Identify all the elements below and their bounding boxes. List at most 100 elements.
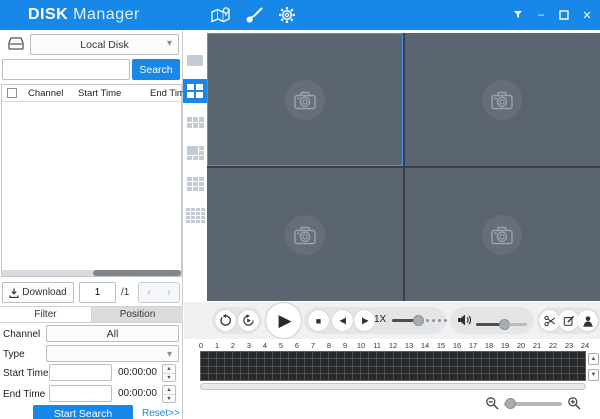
speed-slider-thumb[interactable] [413, 315, 424, 326]
spin-up-icon[interactable]: ▲ [163, 365, 175, 374]
timeline-cell [201, 359, 208, 365]
timeline-hour-label: 23 [565, 341, 573, 350]
timeline-cell [329, 352, 336, 358]
volume-pill [450, 307, 534, 334]
undo-icon[interactable] [215, 310, 236, 331]
search-input[interactable] [2, 59, 130, 80]
spin-up-icon[interactable]: ▲ [163, 386, 175, 395]
speed-slider[interactable] [392, 315, 453, 326]
brush-icon[interactable] [245, 6, 264, 25]
volume-slider[interactable] [476, 319, 527, 330]
timeline-hour-label: 22 [549, 341, 557, 350]
layout-4-view-button[interactable] [183, 79, 207, 103]
timeline-cell [385, 359, 392, 365]
close-button[interactable]: ✕ [580, 8, 594, 22]
snapshot-edit-icon[interactable] [558, 310, 579, 331]
timeline-cell [530, 352, 537, 358]
pin-icon[interactable] [511, 8, 525, 22]
timeline-down-button[interactable]: ▼ [588, 369, 599, 381]
layout-16-view-button[interactable] [183, 203, 207, 227]
timeline-zoom-slider[interactable] [504, 402, 562, 406]
minimize-button[interactable]: – [534, 8, 548, 22]
select-all-checkbox[interactable] [7, 88, 17, 98]
timeline-up-button[interactable]: ▲ [588, 353, 599, 365]
type-select[interactable]: ▾ [46, 345, 179, 362]
timeline-hour-label: 14 [421, 341, 429, 350]
spin-down-icon[interactable]: ▼ [163, 374, 175, 382]
window-controls: – ✕ [511, 0, 594, 30]
type-label: Type [3, 349, 25, 360]
timeline-cell [241, 352, 248, 358]
video-cell[interactable] [207, 168, 403, 301]
person-icon[interactable] [577, 310, 598, 331]
timeline-cell [273, 359, 280, 365]
channel-select[interactable]: All [46, 325, 179, 342]
timeline-cell [329, 374, 336, 380]
timeline-cell [329, 367, 336, 373]
layout-6-view-button[interactable] [183, 110, 207, 134]
search-button[interactable]: Search [132, 59, 180, 80]
page-input[interactable] [79, 282, 116, 303]
timeline-grid[interactable] [200, 351, 586, 381]
video-cell[interactable] [405, 33, 600, 166]
layout-9-view-button[interactable] [183, 172, 207, 196]
timeline-cell [450, 352, 457, 358]
timeline-cell [329, 359, 336, 365]
video-cell[interactable] [405, 168, 600, 301]
prev-frame-button[interactable]: ◀| [332, 310, 353, 331]
timeline-scrollbar[interactable] [200, 383, 586, 390]
play-button[interactable]: ▶ [266, 303, 301, 338]
timeline-cell [410, 374, 417, 380]
zoom-out-icon[interactable] [485, 396, 499, 413]
timeline-zoom-thumb[interactable] [505, 398, 516, 409]
download-button[interactable]: Download [2, 282, 74, 303]
app-title: DISK Manager [28, 6, 140, 24]
timeline-cell [257, 352, 264, 358]
timeline-cell [570, 359, 577, 365]
timeline-cell [450, 359, 457, 365]
spin-down-icon[interactable]: ▼ [163, 395, 175, 403]
playback-control-bar: ▶ ■ ◀| |▶ 1X [184, 302, 600, 339]
disk-manager-window: DISK Manager – ✕ [0, 0, 600, 419]
map-icon[interactable] [210, 6, 232, 25]
horizontal-scrollbar[interactable] [2, 270, 181, 276]
reset-link[interactable]: Reset>> [142, 408, 180, 419]
results-list[interactable] [2, 102, 181, 264]
layout-1-view-button[interactable] [183, 48, 207, 72]
stop-button[interactable]: ■ [308, 310, 329, 331]
gear-icon[interactable] [277, 5, 297, 25]
timeline-cell [241, 367, 248, 373]
next-frame-button[interactable]: |▶ [354, 310, 375, 331]
prev-page-button[interactable]: ‹ [139, 283, 159, 302]
timeline-cell [570, 352, 577, 358]
start-search-button[interactable]: Start Search [33, 405, 133, 419]
results-table: Channel Start Time End Time [1, 84, 182, 277]
timeline-cell [578, 359, 585, 365]
scissors-icon[interactable] [539, 310, 560, 331]
timeline-cell [482, 367, 489, 373]
tab-filter[interactable]: Filter [0, 307, 92, 322]
timeline-cell [377, 359, 384, 365]
timeline-cell [498, 367, 505, 373]
horizontal-scrollbar-thumb[interactable] [93, 270, 181, 276]
timeline-cell [289, 367, 296, 373]
timeline-cell [345, 352, 352, 358]
video-cell[interactable] [207, 33, 403, 166]
download-label: Download [22, 287, 66, 298]
maximize-button[interactable] [557, 8, 571, 22]
disk-select[interactable]: Local Disk ▾ [30, 34, 179, 55]
transport-pill: ■ ◀| |▶ 1X [304, 307, 446, 334]
layout-8-view-button[interactable] [183, 141, 207, 165]
tab-position[interactable]: Position [92, 307, 183, 322]
timeline-cell [410, 352, 417, 358]
timeline-cell [450, 367, 457, 373]
timeline-hour-label: 9 [343, 341, 347, 350]
speed-label: 1X [374, 314, 386, 325]
end-date-input[interactable] [49, 385, 112, 402]
next-page-button[interactable]: › [159, 283, 179, 302]
timeline-cell [217, 359, 224, 365]
zoom-in-icon[interactable] [567, 396, 581, 413]
start-date-input[interactable] [49, 364, 112, 381]
timeline-hour-label: 8 [327, 341, 331, 350]
replay-icon[interactable] [238, 310, 259, 331]
